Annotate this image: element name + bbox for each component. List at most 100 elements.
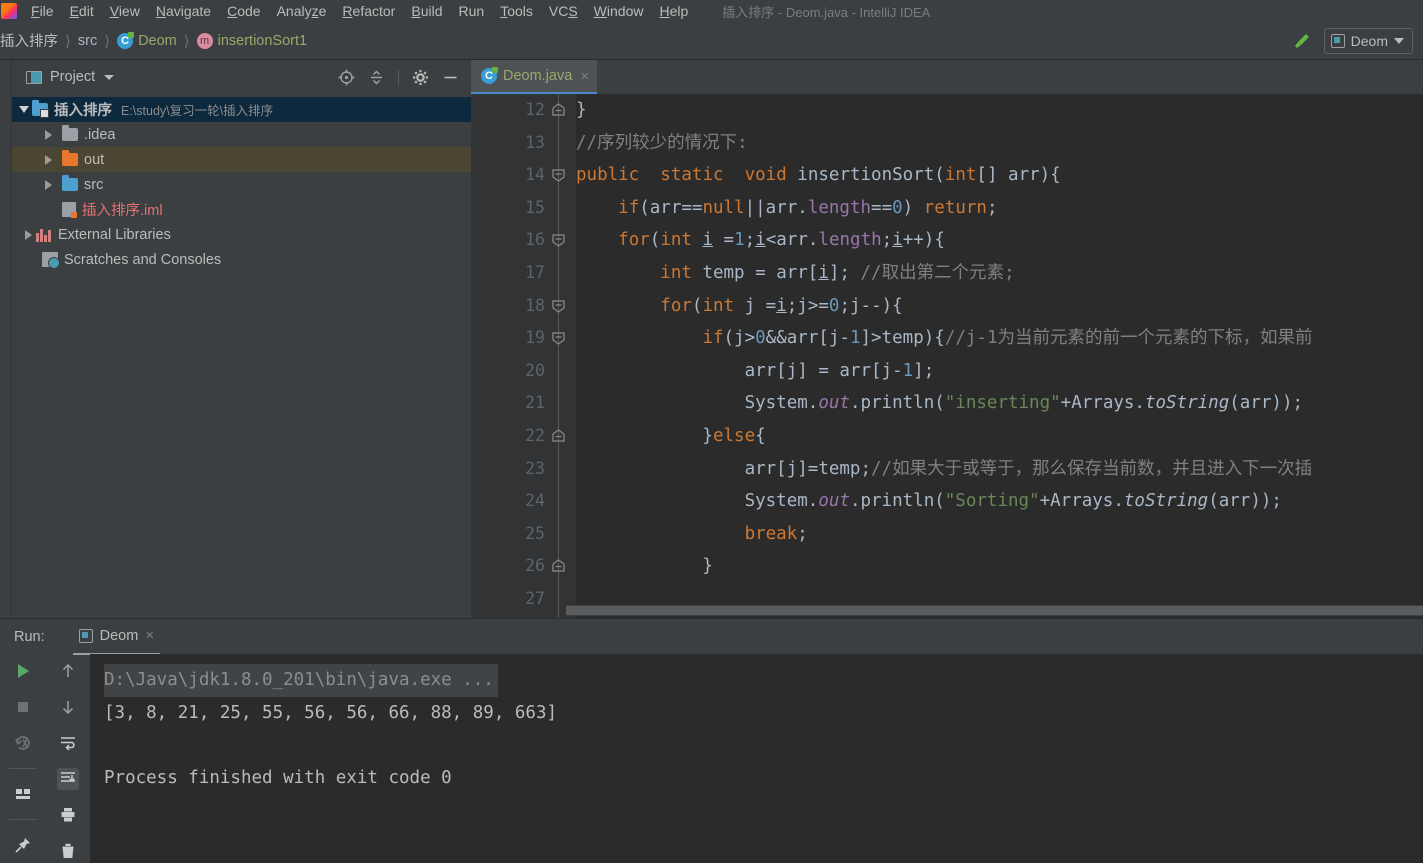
run-panel-body: D:\Java\jdk1.8.0_201\bin\java.exe ... [3… bbox=[0, 654, 1423, 863]
method-icon bbox=[196, 32, 213, 49]
fold-end-icon[interactable] bbox=[551, 559, 566, 573]
menu-item-build[interactable]: Build bbox=[403, 0, 450, 22]
chevron-down-icon[interactable] bbox=[104, 74, 115, 80]
editor-line: 22 }else{ bbox=[471, 420, 1423, 453]
tree-item-module-root[interactable]: 插入排序 E:\study\复习一轮\插入排序 bbox=[12, 97, 471, 122]
tree-item-label: 插入排序.iml bbox=[82, 203, 163, 219]
code-line-13: //序列较少的情况下: bbox=[576, 132, 748, 153]
code-line-14: public static void insertionSort(int[] a… bbox=[576, 165, 1061, 186]
minimize-icon[interactable] bbox=[442, 69, 459, 86]
twisty-right-icon[interactable] bbox=[40, 177, 56, 193]
menu-item-file[interactable]: File bbox=[23, 0, 62, 22]
breadcrumb-item-class[interactable]: Deom bbox=[117, 31, 177, 49]
menu-item-refactor[interactable]: Refactor bbox=[334, 0, 403, 22]
editor-line: 23 arr[j]=temp;//如果大于或等于，那么保存当前数，并且进入下一次… bbox=[471, 453, 1423, 486]
twisty-down-icon[interactable] bbox=[16, 102, 32, 118]
menu-item-run[interactable]: Run bbox=[451, 0, 493, 22]
twisty-right-icon[interactable] bbox=[40, 127, 56, 143]
line-number: 15 bbox=[525, 197, 545, 217]
tree-item-out[interactable]: out bbox=[12, 147, 471, 172]
close-icon[interactable]: × bbox=[145, 627, 154, 644]
rerun-failed-tests-icon[interactable] bbox=[12, 732, 34, 754]
run-configuration-selector[interactable]: Deom bbox=[1323, 27, 1413, 54]
toolbar-divider bbox=[398, 69, 399, 85]
trash-icon[interactable] bbox=[57, 840, 79, 862]
window-title: 插入排序 - Deom.java - IntelliJ IDEA bbox=[722, 4, 931, 20]
locate-icon[interactable] bbox=[338, 69, 355, 86]
tree-item-external-libraries[interactable]: External Libraries bbox=[12, 222, 471, 247]
fold-end-icon[interactable] bbox=[551, 429, 566, 443]
stop-icon[interactable] bbox=[12, 696, 34, 718]
tree-item-idea[interactable]: .idea bbox=[12, 122, 471, 147]
toolbar-divider bbox=[9, 768, 36, 769]
scrollbar-thumb[interactable] bbox=[566, 606, 1423, 615]
menu-item-edit[interactable]: Edit bbox=[62, 0, 102, 22]
menu-item-navigate[interactable]: Navigate bbox=[148, 0, 219, 22]
project-panel-title: Project bbox=[50, 69, 96, 85]
run-console-output[interactable]: D:\Java\jdk1.8.0_201\bin\java.exe ... [3… bbox=[90, 654, 1423, 863]
fold-start-icon[interactable] bbox=[551, 233, 566, 248]
code-line-12: } bbox=[576, 100, 587, 120]
code-line-21: System.out.println("inserting"+Arrays.to… bbox=[576, 393, 1304, 414]
up-arrow-icon[interactable] bbox=[57, 660, 79, 682]
tree-item-src[interactable]: src bbox=[12, 172, 471, 197]
editor-lines: 12 } 13 //序列较少的情况下: 14 public static voi… bbox=[471, 94, 1423, 616]
breadcrumb-item-src[interactable]: src bbox=[78, 33, 97, 49]
project-panel-header: Project bbox=[12, 60, 471, 94]
collapse-all-icon[interactable] bbox=[368, 69, 385, 86]
fold-start-icon[interactable] bbox=[551, 168, 566, 182]
code-line-15: if(arr==null||arr.length==0) return; bbox=[618, 197, 998, 218]
code-line-25: break; bbox=[744, 523, 808, 544]
run-toolbar-right bbox=[45, 654, 90, 863]
soft-wrap-icon[interactable] bbox=[57, 732, 79, 754]
hammer-icon[interactable] bbox=[1292, 31, 1312, 51]
line-number: 23 bbox=[525, 458, 545, 478]
iml-file-icon bbox=[62, 202, 77, 218]
scroll-to-end-icon[interactable] bbox=[56, 768, 79, 790]
line-number: 14 bbox=[525, 165, 545, 185]
menu-item-analyze[interactable]: Analyze bbox=[269, 0, 335, 22]
editor-horizontal-scrollbar[interactable] bbox=[566, 605, 1423, 616]
editor-line: 14 public static void insertionSort(int[… bbox=[471, 159, 1423, 192]
line-number: 13 bbox=[525, 132, 545, 152]
toolbar-divider bbox=[9, 819, 36, 820]
editor-line: 18 for(int j =i;j>=0;j--){ bbox=[471, 290, 1423, 323]
run-icon[interactable] bbox=[12, 660, 34, 682]
layout-icon[interactable] bbox=[12, 783, 34, 805]
navigation-bar: 插入排序 ⟩ src ⟩ Deom ⟩ insertionSort1 bbox=[0, 22, 1423, 60]
tree-item-label: out bbox=[84, 151, 105, 168]
close-icon[interactable]: × bbox=[580, 68, 589, 85]
class-icon bbox=[481, 67, 498, 84]
left-tool-stripe[interactable] bbox=[0, 60, 12, 618]
line-number: 25 bbox=[525, 523, 545, 543]
run-tab-deom[interactable]: Deom × bbox=[72, 619, 161, 655]
gear-icon[interactable] bbox=[412, 69, 429, 86]
menu-item-code[interactable]: Code bbox=[219, 0, 268, 22]
pin-icon[interactable] bbox=[12, 834, 34, 856]
fold-start-icon[interactable] bbox=[551, 299, 566, 313]
menu-item-tools[interactable]: Tools bbox=[492, 0, 541, 22]
breadcrumb-item-method[interactable]: insertionSort1 bbox=[196, 32, 307, 49]
twisty-right-icon[interactable] bbox=[40, 152, 56, 168]
menu-item-help[interactable]: Help bbox=[651, 0, 696, 22]
editor-line: 16 for(int i =1;i<arr.length;i++){ bbox=[471, 224, 1423, 257]
tree-item-iml[interactable]: 插入排序.iml bbox=[12, 197, 471, 222]
code-editor[interactable]: 12 } 13 //序列较少的情况下: 14 public static voi… bbox=[471, 94, 1423, 618]
console-line-command: D:\Java\jdk1.8.0_201\bin\java.exe ... bbox=[104, 664, 498, 697]
line-number: 27 bbox=[525, 588, 545, 608]
fold-end-icon[interactable] bbox=[551, 103, 566, 117]
menu-item-vcs[interactable]: VCS bbox=[541, 0, 586, 22]
tree-item-scratches[interactable]: Scratches and Consoles bbox=[12, 247, 471, 272]
line-number: 22 bbox=[525, 425, 545, 445]
tree-item-label: .idea bbox=[84, 126, 116, 143]
fold-start-icon[interactable] bbox=[551, 331, 566, 345]
breadcrumb-item-project[interactable]: 插入排序 bbox=[0, 30, 58, 51]
twisty-right-icon[interactable] bbox=[20, 227, 36, 243]
line-number: 26 bbox=[525, 556, 545, 576]
print-icon[interactable] bbox=[57, 804, 79, 826]
menu-item-view[interactable]: View bbox=[102, 0, 148, 22]
menu-bar: File Edit View Navigate Code Analyze Ref… bbox=[0, 0, 1423, 22]
down-arrow-icon[interactable] bbox=[57, 696, 79, 718]
menu-item-window[interactable]: Window bbox=[586, 0, 652, 22]
editor-tab-deom-java[interactable]: Deom.java × bbox=[471, 60, 598, 94]
